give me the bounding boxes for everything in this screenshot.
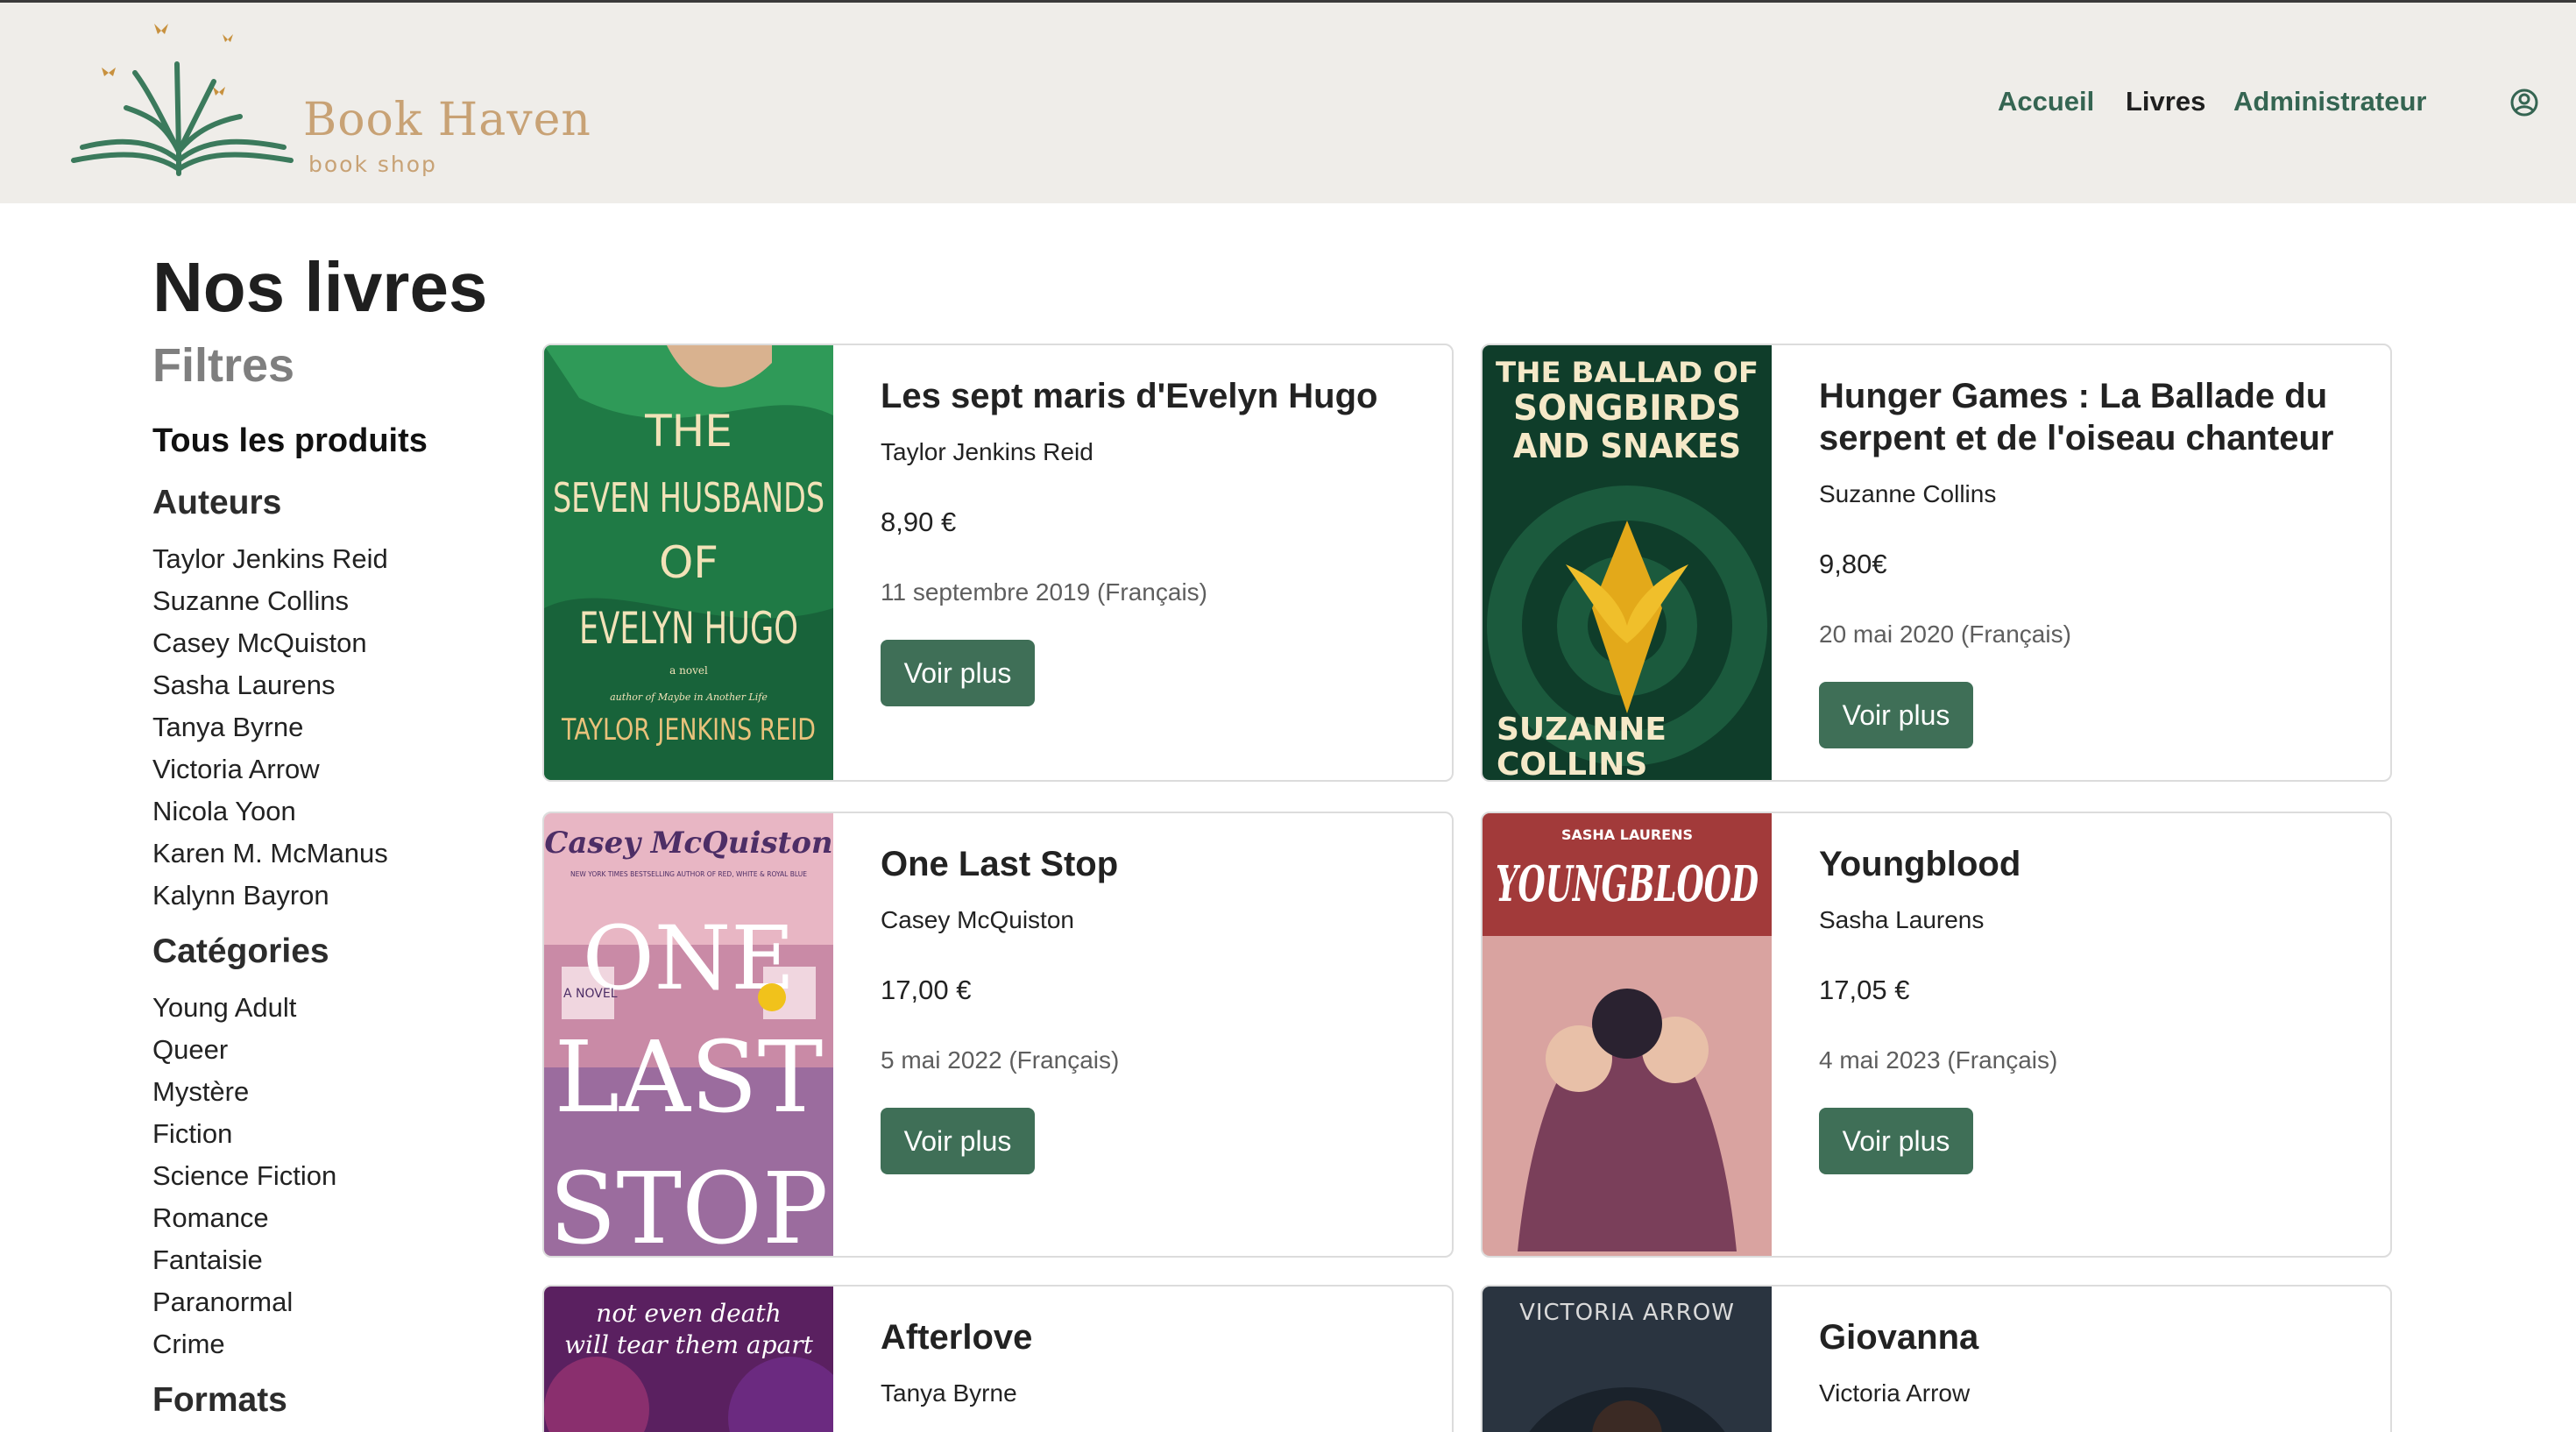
cover-line: THE	[644, 406, 732, 457]
brand-name: Book Haven	[303, 94, 591, 146]
book-card[interactable]: not even death will tear them apart Afte…	[542, 1285, 1454, 1432]
cover-line: EVELYN HUGO	[579, 603, 798, 654]
book-author: Taylor Jenkins Reid	[881, 438, 1093, 465]
book-author: Suzanne Collins	[1819, 480, 1997, 507]
category-filter-item[interactable]: Romance	[152, 1202, 269, 1234]
author-filter-item[interactable]: Kalynn Bayron	[152, 880, 329, 911]
filters-title: Filtres	[152, 339, 295, 392]
categories-title: Catégories	[152, 932, 329, 970]
main-nav: Accueil Livres Administrateur	[1700, 86, 2576, 124]
see-more-button[interactable]: Voir plus	[881, 640, 1035, 706]
book-cover[interactable]: not even death will tear them apart	[544, 1287, 833, 1432]
formats-title: Formats	[152, 1381, 287, 1419]
author-filter-item[interactable]: Nicola Yoon	[152, 796, 296, 827]
category-filter-item[interactable]: Paranormal	[152, 1287, 293, 1318]
cover-line: STOP	[549, 1152, 829, 1256]
site-header: Book Haven book shop Accueil Livres Admi…	[0, 3, 2576, 203]
category-filter-item[interactable]: Crime	[152, 1329, 225, 1360]
nav-books-link[interactable]: Livres	[2126, 86, 2205, 117]
cover-byline: author of Maybe in Another Life	[610, 691, 768, 703]
book-title: Giovanna	[1819, 1318, 1979, 1357]
brand-tagline: book shop	[308, 152, 437, 177]
book-card[interactable]: THE SEVEN HUSBANDS OF EVELYN HUGO a nove…	[542, 344, 1454, 782]
cover-author: TAYLOR JENKINS REID	[561, 712, 816, 748]
book-price: 9,80€	[1819, 549, 1887, 579]
see-more-button[interactable]: Voir plus	[881, 1108, 1035, 1174]
book-cover[interactable]: THE SEVEN HUSBANDS OF EVELYN HUGO a nove…	[544, 345, 833, 780]
category-filter-item[interactable]: Fantaisie	[152, 1244, 263, 1276]
user-circle-icon[interactable]	[2509, 88, 2539, 122]
book-date: 11 septembre 2019 (Français)	[881, 578, 1207, 606]
book-card[interactable]: THE BALLAD OF SONGBIRDS AND SNAKES SUZAN…	[1481, 344, 2392, 782]
cover-line: OF	[659, 537, 718, 588]
book-author: Victoria Arrow	[1819, 1379, 1971, 1407]
book-price: 17,05 €	[1819, 975, 1910, 1005]
category-filter-item[interactable]: Young Adult	[152, 992, 296, 1024]
author-filter-item[interactable]: Karen M. McManus	[152, 838, 388, 869]
cover-line: will tear them apart	[564, 1330, 814, 1359]
see-more-button[interactable]: Voir plus	[1819, 682, 1973, 748]
cover-line: LAST	[555, 1021, 824, 1135]
author-filter-item[interactable]: Taylor Jenkins Reid	[152, 543, 388, 575]
cover-line: not even death	[596, 1299, 781, 1328]
category-filter-item[interactable]: Mystère	[152, 1076, 249, 1108]
cover-line: AND SNAKES	[1513, 427, 1741, 465]
cover-line: SEVEN HUSBANDS	[553, 474, 824, 521]
cover-title: YOUNGBLOOD	[1496, 855, 1759, 913]
book-price: 17,00 €	[881, 975, 972, 1005]
author-filter-item[interactable]: Casey McQuiston	[152, 627, 367, 659]
see-more-button[interactable]: Voir plus	[1819, 1108, 1973, 1174]
authors-title: Auteurs	[152, 484, 282, 521]
cover-line: SONGBIRDS	[1513, 388, 1741, 429]
book-cover[interactable]: Casey McQuiston NEW YORK TIMES BESTSELLI…	[544, 813, 833, 1256]
book-title: Hunger Games : La Ballade du serpent et …	[1819, 377, 2334, 457]
book-title: Afterlove	[881, 1318, 1033, 1357]
category-filter-item[interactable]: Queer	[152, 1034, 228, 1066]
book-card[interactable]: SASHA LAURENS YOUNGBLOOD Youngblood Sash…	[1481, 812, 2392, 1258]
nav-home-link[interactable]: Accueil	[1998, 86, 2094, 117]
cover-author: VICTORIA ARROW	[1519, 1300, 1735, 1326]
cover-author: SUZANNE	[1497, 712, 1667, 748]
book-cover[interactable]: VICTORIA ARROW	[1483, 1287, 1772, 1432]
all-products-link[interactable]: Tous les produits	[152, 422, 428, 460]
category-filter-item[interactable]: Science Fiction	[152, 1160, 336, 1192]
author-filter-item[interactable]: Suzanne Collins	[152, 585, 349, 617]
book-author: Casey McQuiston	[881, 906, 1074, 933]
author-filter-item[interactable]: Sasha Laurens	[152, 670, 336, 701]
cover-badge: A NOVEL	[563, 987, 618, 1001]
author-filter-item[interactable]: Tanya Byrne	[152, 712, 303, 743]
open-book-butterflies-icon	[71, 24, 294, 176]
book-date: 5 mai 2022 (Français)	[881, 1046, 1120, 1074]
cover-novel: a novel	[669, 664, 708, 677]
book-title: Les sept maris d'Evelyn Hugo	[881, 377, 1378, 415]
cover-author: SASHA LAURENS	[1561, 826, 1693, 843]
book-card[interactable]: VICTORIA ARROW Giovanna Victoria Arrow	[1481, 1285, 2392, 1432]
book-date: 20 mai 2020 (Français)	[1819, 620, 2071, 648]
brand-logo[interactable]: Book Haven book shop	[65, 20, 591, 187]
cover-tagline: NEW YORK TIMES BESTSELLING AUTHOR OF RED…	[570, 870, 807, 878]
book-card[interactable]: Casey McQuiston NEW YORK TIMES BESTSELLI…	[542, 812, 1454, 1258]
book-title: One Last Stop	[881, 845, 1119, 883]
book-title: Youngblood	[1819, 845, 2021, 883]
cover-author: COLLINS	[1497, 747, 1647, 780]
book-author: Tanya Byrne	[881, 1379, 1017, 1407]
book-price: 8,90 €	[881, 507, 957, 537]
page-title: Nos livres	[152, 248, 488, 326]
book-cover[interactable]: SASHA LAURENS YOUNGBLOOD	[1483, 813, 1772, 1256]
cover-line: THE BALLAD OF	[1496, 356, 1759, 389]
book-author: Sasha Laurens	[1819, 906, 1985, 933]
category-filter-item[interactable]: Fiction	[152, 1118, 232, 1150]
book-cover[interactable]: THE BALLAD OF SONGBIRDS AND SNAKES SUZAN…	[1483, 345, 1772, 780]
book-date: 4 mai 2023 (Français)	[1819, 1046, 2058, 1074]
cover-author: Casey McQuiston	[544, 826, 832, 861]
nav-admin-link[interactable]: Administrateur	[2233, 86, 2426, 117]
author-filter-item[interactable]: Victoria Arrow	[152, 754, 320, 785]
